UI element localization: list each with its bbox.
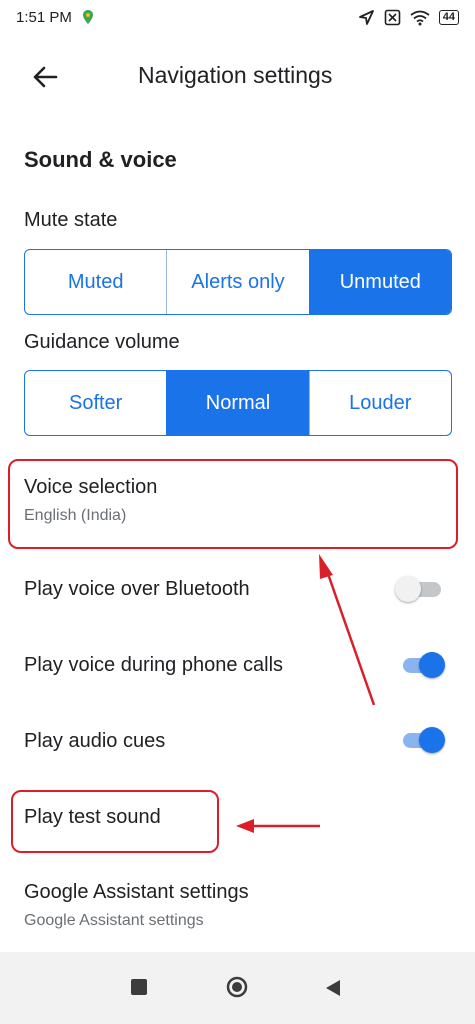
recents-square-icon[interactable] (131, 979, 147, 995)
home-circle-icon[interactable] (226, 976, 248, 998)
back-triangle-icon[interactable] (324, 978, 342, 998)
test-sound-arrowhead (236, 819, 254, 833)
annotation-arrows (236, 554, 376, 833)
voice-selection-arrow (325, 570, 376, 706)
system-nav-bar (0, 952, 475, 1024)
voice-selection-arrowhead (319, 554, 333, 579)
